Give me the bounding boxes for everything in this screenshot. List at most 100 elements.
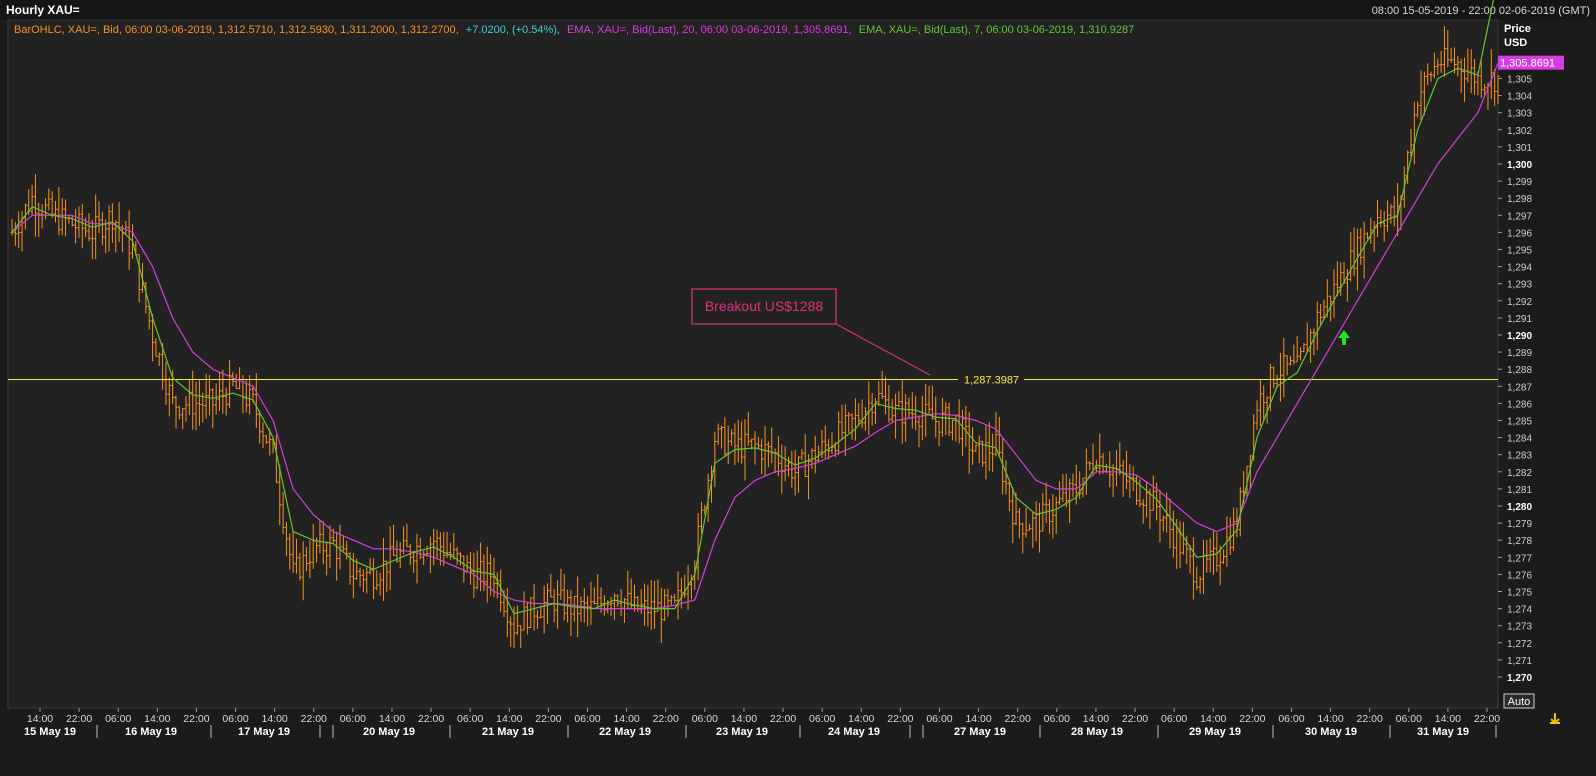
x-tick-label: 14:00: [848, 713, 874, 725]
y-tick-label: 1,296: [1507, 228, 1532, 239]
y-tick-label: 1,303: [1507, 109, 1532, 120]
x-tick-label: 06:00: [1278, 713, 1304, 725]
x-tick-label: 22:00: [301, 713, 327, 725]
x-tick-label: 06:00: [1044, 713, 1070, 725]
price-axis-unit: USD: [1504, 37, 1527, 49]
y-tick-label: 1,298: [1507, 194, 1532, 205]
y-tick-label: 1,293: [1507, 280, 1532, 291]
legend-ema7: EMA, XAU=, Bid(Last), 7, 06:00 03-06-201…: [859, 24, 1134, 36]
window-title: Hourly XAU=: [6, 3, 80, 17]
y-tick-label: 1,299: [1507, 177, 1532, 188]
y-tick-label: 1,294: [1507, 263, 1532, 274]
x-day-label: 24 May 19: [828, 726, 880, 738]
y-tick-label: 1,283: [1507, 451, 1532, 462]
y-tick-label: 1,276: [1507, 570, 1532, 581]
x-day-label: 31 May 19: [1417, 726, 1469, 738]
x-day-label: 16 May 19: [125, 726, 177, 738]
y-tick-label: 1,270: [1507, 673, 1532, 684]
y-tick-label: 1,278: [1507, 536, 1532, 547]
price-axis-title: Price: [1504, 23, 1531, 35]
x-tick-label: 14:00: [496, 713, 522, 725]
x-tick-label: 22:00: [653, 713, 679, 725]
y-tick-label: 1,287: [1507, 382, 1532, 393]
y-tick-label: 1,272: [1507, 639, 1532, 650]
x-tick-label: 14:00: [731, 713, 757, 725]
x-tick-label: 22:00: [418, 713, 444, 725]
y-tick-label: 1,289: [1507, 348, 1532, 359]
x-tick-label: 06:00: [105, 713, 131, 725]
x-day-label: 28 May 19: [1071, 726, 1123, 738]
y-tick-label: 1,275: [1507, 588, 1532, 599]
y-tick-label: 1,297: [1507, 211, 1532, 222]
x-day-label: 22 May 19: [599, 726, 651, 738]
plot-area[interactable]: [7, 19, 1499, 709]
x-tick-label: 14:00: [262, 713, 288, 725]
x-tick-label: 14:00: [965, 713, 991, 725]
x-tick-label: 06:00: [1396, 713, 1422, 725]
x-tick-label: 06:00: [1161, 713, 1187, 725]
x-tick-label: 06:00: [809, 713, 835, 725]
y-tick-label: 1,295: [1507, 246, 1532, 257]
y-tick-label: 1,274: [1507, 605, 1532, 616]
x-tick-label: 14:00: [27, 713, 53, 725]
x-tick-label: 14:00: [144, 713, 170, 725]
y-tick-label: 1,279: [1507, 519, 1532, 530]
y-tick-label: 1,286: [1507, 399, 1532, 410]
level-label: 1,287.3987: [964, 374, 1019, 386]
x-tick-label: 14:00: [1083, 713, 1109, 725]
y-tick-label: 1,280: [1507, 502, 1532, 513]
x-tick-label: 06:00: [692, 713, 718, 725]
date-range: 08:00 15-05-2019 - 22:00 02-06-2019 (GMT…: [1372, 5, 1590, 17]
y-tick-label: 1,300: [1507, 160, 1532, 171]
x-day-label: 20 May 19: [363, 726, 415, 738]
y-tick-label: 1,281: [1507, 485, 1532, 496]
x-tick-label: 22:00: [183, 713, 209, 725]
x-tick-label: 22:00: [1239, 713, 1265, 725]
x-day-label: 30 May 19: [1305, 726, 1357, 738]
chart-window: Hourly XAU= 08:00 15-05-2019 - 22:00 02-…: [0, 0, 1596, 771]
x-day-label: 27 May 19: [954, 726, 1006, 738]
scroll-tool-icon[interactable]: [1548, 711, 1562, 725]
x-tick-label: 06:00: [457, 713, 483, 725]
x-tick-label: 22:00: [1005, 713, 1031, 725]
legend-ema20: EMA, XAU=, Bid(Last), 20, 06:00 03-06-20…: [567, 24, 852, 36]
x-tick-label: 06:00: [340, 713, 366, 725]
x-tick-label: 06:00: [926, 713, 952, 725]
y-tick-label: 1,305: [1507, 75, 1532, 86]
x-day-label: 15 May 19: [24, 726, 76, 738]
x-tick-label: 22:00: [770, 713, 796, 725]
y-tick-label: 1,291: [1507, 314, 1532, 325]
x-tick-label: 14:00: [1200, 713, 1226, 725]
y-tick-label: 1,277: [1507, 553, 1532, 564]
x-day-label: 23 May 19: [716, 726, 768, 738]
legend-change: +7.0200, (+0.54%),: [466, 24, 560, 36]
x-tick-label: 14:00: [613, 713, 639, 725]
x-tick-label: 22:00: [535, 713, 561, 725]
legend-line: BarOHLC, XAU=, Bid, 06:00 03-06-2019, 1,…: [14, 24, 1134, 36]
x-tick-label: 22:00: [887, 713, 913, 725]
auto-scale-label: Auto: [1508, 696, 1531, 708]
y-tick-label: 1,290: [1507, 331, 1532, 342]
y-tick-label: 1,282: [1507, 468, 1532, 479]
y-tick-label: 1,284: [1507, 434, 1532, 445]
legend-ohlc: BarOHLC, XAU=, Bid, 06:00 03-06-2019, 1,…: [14, 24, 459, 36]
x-day-label: 21 May 19: [482, 726, 534, 738]
x-tick-label: 14:00: [1435, 713, 1461, 725]
y-tick-label: 1,288: [1507, 365, 1532, 376]
y-tick-label: 1,271: [1507, 656, 1532, 667]
x-tick-label: 14:00: [1317, 713, 1343, 725]
y-tick-label: 1,304: [1507, 92, 1532, 103]
x-tick-label: 14:00: [379, 713, 405, 725]
breakout-callout-text: Breakout US$1288: [705, 298, 824, 314]
x-axis: 14:00 22:00 06:00 14:00 22:00 06:00 14:00 22:00…: [24, 708, 1500, 738]
x-tick-label: 06:00: [222, 713, 248, 725]
chart-svg: Hourly XAU= 08:00 15-05-2019 - 22:00 02-…: [0, 0, 1596, 738]
x-tick-label: 22:00: [66, 713, 92, 725]
current-value-text: 1,305.8691: [1500, 58, 1555, 70]
y-tick-label: 1,302: [1507, 126, 1532, 137]
y-tick-label: 1,292: [1507, 297, 1532, 308]
x-day-label: 29 May 19: [1189, 726, 1241, 738]
y-tick-label: 1,285: [1507, 417, 1532, 428]
x-tick-label: 22:00: [1357, 713, 1383, 725]
x-tick-label: 06:00: [574, 713, 600, 725]
